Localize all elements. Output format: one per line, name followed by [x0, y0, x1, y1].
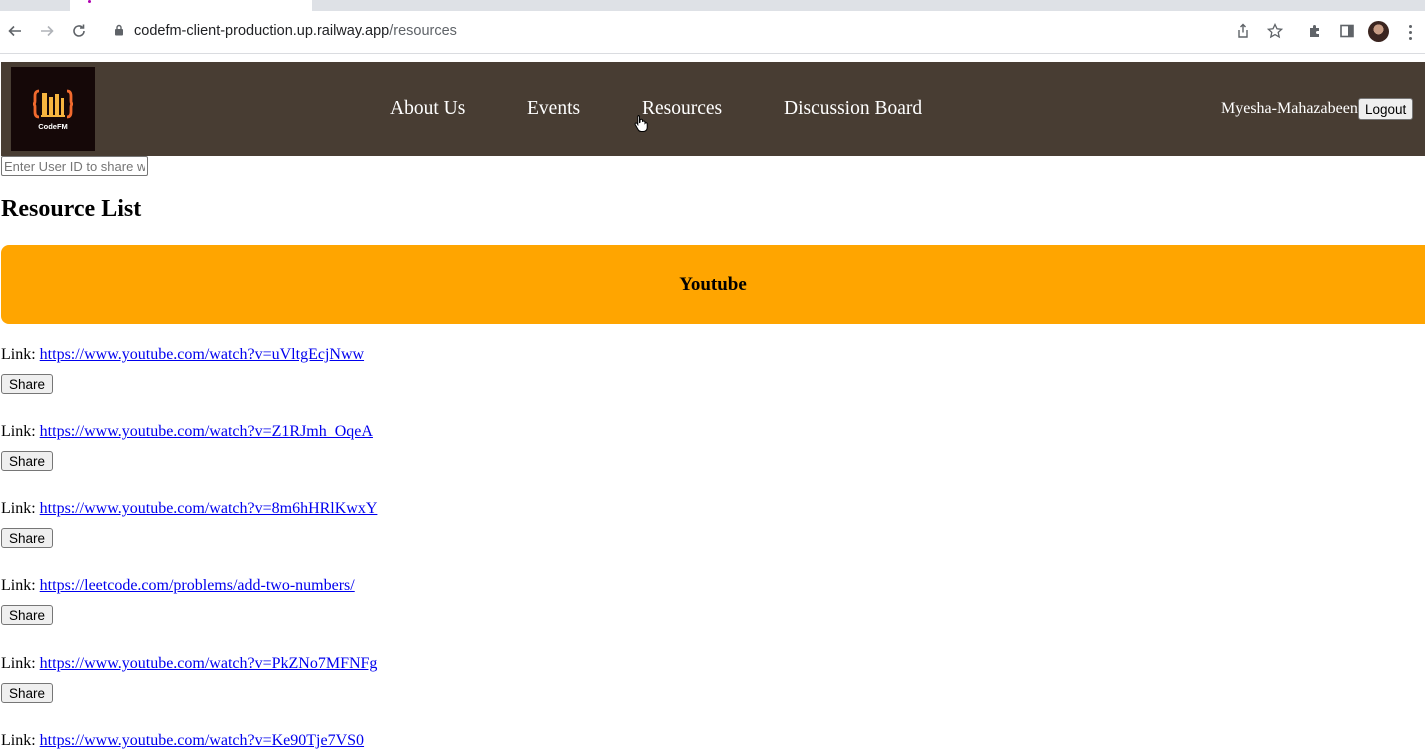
link-prefix: Link:: [1, 655, 40, 672]
resource-link[interactable]: https://www.youtube.com/watch?v=Z1RJmh_O…: [40, 423, 373, 440]
reload-icon[interactable]: [68, 20, 90, 42]
hand-cursor-icon: [634, 115, 648, 132]
resource-item: Link: https://www.youtube.com/watch?v=Pk…: [1, 655, 377, 703]
bookmark-star-icon[interactable]: [1264, 20, 1286, 42]
link-prefix: Link:: [1, 423, 40, 440]
nav-events[interactable]: Events: [527, 98, 580, 120]
share-button[interactable]: Share: [1, 605, 54, 625]
resource-link-line: Link: https://www.youtube.com/watch?v=8m…: [1, 500, 377, 518]
back-icon[interactable]: [4, 20, 26, 42]
url-host: codefm-client-production.up.railway.app: [134, 23, 390, 39]
resource-link[interactable]: https://www.youtube.com/watch?v=Ke90Tje7…: [40, 732, 364, 749]
resource-link-line: Link: https://leetcode.com/problems/add-…: [1, 577, 355, 595]
link-prefix: Link:: [1, 346, 40, 363]
resource-item: Link: https://www.youtube.com/watch?v=8m…: [1, 500, 377, 548]
share-button[interactable]: Share: [1, 451, 54, 471]
resource-link[interactable]: https://www.youtube.com/watch?v=PkZNo7MF…: [40, 655, 378, 672]
link-prefix: Link:: [1, 732, 40, 749]
share-user-id-input[interactable]: [1, 156, 148, 176]
profile-avatar[interactable]: [1368, 21, 1389, 42]
resource-link-line: Link: https://www.youtube.com/watch?v=uV…: [1, 346, 364, 364]
resource-link-line: Link: https://www.youtube.com/watch?v=Z1…: [1, 423, 373, 441]
browser-menu-icon[interactable]: [1404, 21, 1416, 43]
browser-tab-strip: [0, 0, 1425, 11]
resource-link-line: Link: https://www.youtube.com/watch?v=Ke…: [1, 732, 364, 750]
resource-link[interactable]: https://www.youtube.com/watch?v=8m6hHRlK…: [40, 500, 378, 517]
share-page-icon[interactable]: [1232, 20, 1254, 42]
browser-active-tab[interactable]: [70, 0, 312, 11]
nav-discussion-board[interactable]: Discussion Board: [784, 98, 922, 120]
nav-resources[interactable]: Resources: [642, 98, 722, 120]
resource-item: Link: https://www.youtube.com/watch?v=Ke…: [1, 732, 364, 750]
forward-icon[interactable]: [36, 20, 58, 42]
side-panel-icon[interactable]: [1336, 20, 1358, 42]
extensions-icon[interactable]: [1304, 20, 1326, 42]
resource-link-line: Link: https://www.youtube.com/watch?v=Pk…: [1, 655, 377, 673]
share-button[interactable]: Share: [1, 374, 54, 394]
resource-list-title: Resource List: [1, 196, 142, 222]
site-header: CodeFM About Us Events Resources Discuss…: [1, 62, 1425, 156]
share-button[interactable]: Share: [1, 683, 54, 703]
category-title: Youtube: [679, 273, 747, 295]
resource-item: Link: https://leetcode.com/problems/add-…: [1, 577, 355, 625]
link-prefix: Link:: [1, 577, 40, 594]
resource-link[interactable]: https://leetcode.com/problems/add-two-nu…: [40, 577, 355, 594]
resource-link[interactable]: https://www.youtube.com/watch?v=uVltgEcj…: [40, 346, 364, 363]
logout-button[interactable]: Logout: [1358, 98, 1414, 120]
main-nav: About Us Events Resources Discussion Boa…: [1, 62, 1425, 156]
browser-toolbar: codefm-client-production.up.railway.app/…: [0, 11, 1425, 54]
resource-item: Link: https://www.youtube.com/watch?v=Z1…: [1, 423, 373, 471]
username: Myesha-Mahazabeen: [1221, 100, 1358, 117]
address-bar[interactable]: codefm-client-production.up.railway.app/…: [114, 23, 457, 40]
url-path: /resources: [389, 23, 457, 39]
share-button[interactable]: Share: [1, 528, 54, 548]
category-banner: Youtube: [1, 245, 1425, 324]
lock-icon: [114, 24, 124, 40]
resource-item: Link: https://www.youtube.com/watch?v=uV…: [1, 346, 364, 394]
link-prefix: Link:: [1, 500, 40, 517]
nav-about-us[interactable]: About Us: [390, 98, 465, 120]
